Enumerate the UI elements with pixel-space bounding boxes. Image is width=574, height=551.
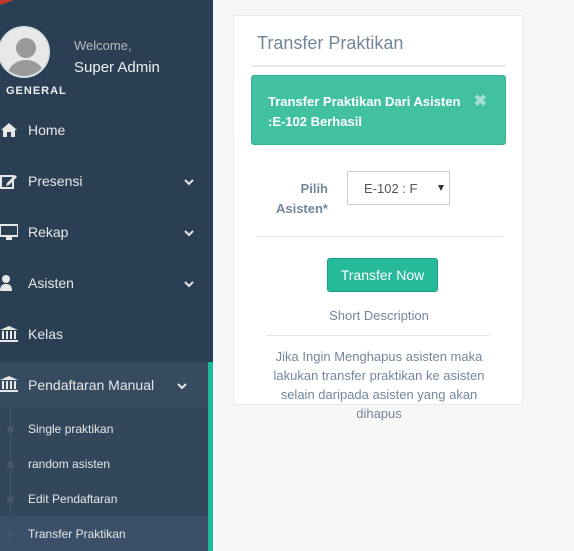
description-text: Jika Ingin Menghapus asisten maka lakuka… xyxy=(273,349,485,421)
transfer-panel: Transfer Praktikan Transfer Praktikan Da… xyxy=(233,15,523,421)
welcome-text: Welcome, xyxy=(74,38,132,53)
submenu-item-single-praktikan[interactable]: Single praktikan xyxy=(0,412,208,447)
submenu-item-random-asisten[interactable]: random asisten xyxy=(0,447,208,482)
description-divider xyxy=(266,335,490,336)
caret-down-icon xyxy=(438,185,444,191)
submenu-item-label: Edit Pendaftaran xyxy=(28,492,118,506)
submenu-item-label: random asisten xyxy=(28,457,111,471)
submenu-dot xyxy=(7,426,14,433)
submenu-dot xyxy=(7,461,14,468)
title-divider xyxy=(252,65,506,67)
bank-icon xyxy=(0,375,18,393)
chevron-down-icon xyxy=(176,379,188,391)
sidebar-item-presensi[interactable]: Presensi xyxy=(0,163,213,199)
sidebar-item-kelas[interactable]: Kelas xyxy=(0,316,213,352)
submenu-dot xyxy=(7,496,14,503)
chevron-down-icon xyxy=(183,175,195,187)
form-divider xyxy=(256,236,502,237)
sidebar-item-label: Kelas xyxy=(28,326,64,342)
success-alert: Transfer Praktikan Dari Asisten :E-102 B… xyxy=(251,75,506,145)
avatar[interactable] xyxy=(0,26,50,78)
user-icon xyxy=(0,274,18,292)
transfer-now-button[interactable]: Transfer Now xyxy=(327,258,438,292)
submenu-item-edit-pendaftaran[interactable]: Edit Pendaftaran xyxy=(0,482,208,517)
sidebar-item-label: Pendaftaran Manual xyxy=(28,377,155,393)
sidebar: GENERAL Welcome, Super Admin Home Presen… xyxy=(0,0,213,551)
close-icon[interactable]: ✖ xyxy=(474,91,487,111)
profile-role: GENERAL xyxy=(6,85,67,97)
submenu-item-label: Transfer Praktikan xyxy=(28,527,126,541)
chevron-down-icon xyxy=(183,226,195,238)
home-icon xyxy=(0,121,18,139)
submenu-dot xyxy=(7,531,14,538)
sidebar-item-asisten[interactable]: Asisten xyxy=(0,265,213,301)
asisten-select-value: E-102 : F xyxy=(364,181,418,196)
user-name: Super Admin xyxy=(74,59,160,76)
sidebar-item-label: Rekap xyxy=(28,224,69,240)
asisten-field-label: Pilih Asisten* xyxy=(275,181,328,216)
avatar-icon xyxy=(0,28,48,76)
bank-icon xyxy=(0,325,18,343)
alert-message: Transfer Praktikan Dari Asisten :E-102 B… xyxy=(268,94,461,129)
submenu-item-transfer-praktikan[interactable]: Transfer Praktikan xyxy=(0,517,208,551)
sidebar-item-label: Asisten xyxy=(28,275,74,291)
submenu-item-label: Single praktikan xyxy=(28,422,114,436)
profile: GENERAL Welcome, Super Admin xyxy=(0,0,213,105)
sidebar-item-pendaftaran-manual[interactable]: Pendaftaran Manual xyxy=(0,362,213,408)
short-description-heading: Short Description xyxy=(329,308,429,323)
chevron-down-icon xyxy=(183,277,195,289)
desktop-icon xyxy=(0,223,19,241)
sidebar-item-rekap[interactable]: Rekap xyxy=(0,214,213,250)
sidebar-item-label: Home xyxy=(28,122,66,138)
panel-title: Transfer Praktikan xyxy=(257,33,404,53)
sidebar-item-home[interactable]: Home xyxy=(0,112,213,148)
edit-icon xyxy=(0,172,18,190)
sidebar-item-label: Presensi xyxy=(28,173,83,189)
asisten-select[interactable]: E-102 : F xyxy=(347,171,450,205)
